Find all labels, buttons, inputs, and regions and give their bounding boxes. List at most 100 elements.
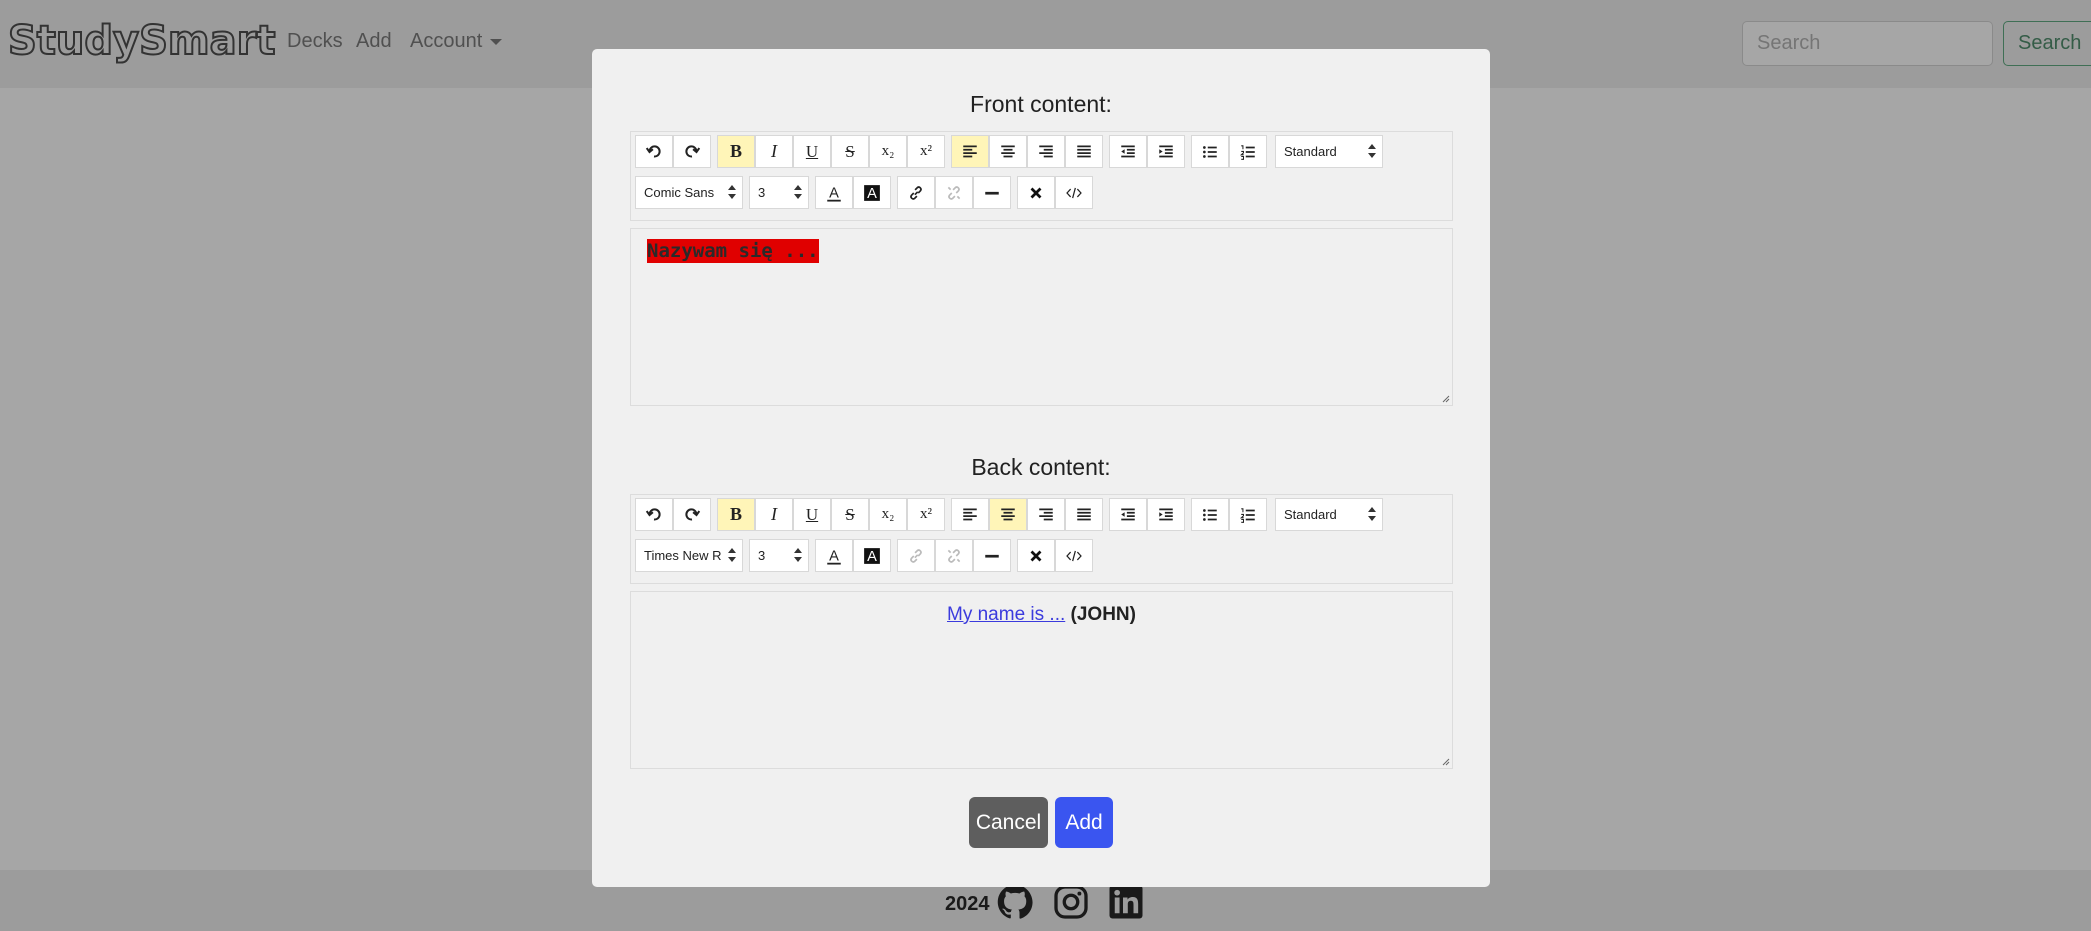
add-card-modal: Front content: B I U S x₂ x² Standard Co… [592, 49, 1490, 887]
numbered-list-icon [1239, 144, 1255, 160]
horizontal-rule-button[interactable] [973, 176, 1011, 209]
align-center-button[interactable] [989, 498, 1027, 531]
outdent-icon [1121, 508, 1135, 520]
bold-button[interactable]: B [717, 498, 755, 531]
numbered-list-button[interactable] [1229, 498, 1267, 531]
underline-button[interactable]: U [793, 135, 831, 168]
align-center-icon [1001, 507, 1015, 520]
brand-logo[interactable]: StudySmart [7, 17, 276, 65]
horizontal-rule-button[interactable] [973, 539, 1011, 572]
justify-button[interactable] [1065, 135, 1103, 168]
align-center-button[interactable] [989, 135, 1027, 168]
underline-button[interactable]: U [793, 498, 831, 531]
font-select[interactable]: Times New R [635, 539, 743, 572]
redo-icon [685, 144, 701, 158]
text-color-icon: A [827, 185, 841, 202]
link-icon [910, 185, 922, 200]
search-button[interactable]: Search [2003, 21, 2091, 66]
superscript-button[interactable]: x² [907, 498, 945, 531]
clear-formatting-button[interactable] [1017, 176, 1055, 209]
italic-button[interactable]: I [755, 135, 793, 168]
subscript-button[interactable]: x₂ [869, 498, 907, 531]
size-select[interactable]: 3 [749, 539, 809, 572]
indent-button[interactable] [1147, 135, 1185, 168]
font-select-value: Comic Sans [644, 185, 715, 200]
align-left-button[interactable] [951, 498, 989, 531]
indent-button[interactable] [1147, 498, 1185, 531]
outdent-button[interactable] [1109, 135, 1147, 168]
format-select-value: Standard [1284, 507, 1337, 522]
italic-icon: I [771, 504, 777, 524]
horizontal-rule-icon [985, 554, 999, 558]
redo-button[interactable] [673, 498, 711, 531]
cancel-button[interactable]: Cancel [969, 797, 1048, 848]
back-editor-content: My name is ... (JOHN) [631, 604, 1452, 626]
strikethrough-icon: S [845, 141, 855, 161]
bold-button[interactable]: B [717, 135, 755, 168]
strikethrough-button[interactable]: S [831, 498, 869, 531]
align-right-button[interactable] [1027, 498, 1065, 531]
redo-button[interactable] [673, 135, 711, 168]
undo-button[interactable] [635, 135, 673, 168]
indent-icon [1159, 508, 1173, 520]
outdent-button[interactable] [1109, 498, 1147, 531]
search-input[interactable] [1742, 21, 1993, 66]
link-icon [910, 548, 922, 563]
subscript-button[interactable]: x₂ [869, 135, 907, 168]
italic-button[interactable]: I [755, 498, 793, 531]
svg-text:A: A [867, 549, 877, 565]
html-source-button[interactable] [1055, 539, 1093, 572]
resize-handle-icon[interactable] [1440, 393, 1450, 403]
numbered-list-button[interactable] [1229, 135, 1267, 168]
html-source-button[interactable] [1055, 176, 1093, 209]
close-icon [1030, 187, 1042, 198]
clear-formatting-button[interactable] [1017, 539, 1055, 572]
front-toolbar: B I U S x₂ x² Standard Comic Sans 3 A A [630, 131, 1453, 221]
size-select[interactable]: 3 [749, 176, 809, 209]
front-editor[interactable]: Nazywam się ... [630, 228, 1453, 406]
svg-text:A: A [829, 548, 839, 564]
font-select[interactable]: Comic Sans [635, 176, 743, 209]
back-editor[interactable]: My name is ... (JOHN) [630, 591, 1453, 769]
highlight-color-button[interactable]: A [853, 539, 891, 572]
superscript-button[interactable]: x² [907, 135, 945, 168]
subscript-icon: x₂ [881, 506, 895, 522]
bullet-list-button[interactable] [1191, 498, 1229, 531]
bullet-list-icon [1203, 508, 1217, 521]
close-icon [1030, 550, 1042, 561]
highlight-color-button[interactable]: A [853, 176, 891, 209]
unlink-button[interactable] [935, 539, 973, 572]
text-color-button[interactable]: A [815, 539, 853, 572]
resize-handle-icon[interactable] [1440, 756, 1450, 766]
italic-icon: I [771, 141, 777, 161]
insert-link-button[interactable] [897, 176, 935, 209]
select-arrows-icon [728, 548, 736, 564]
undo-icon [645, 507, 661, 521]
unlink-button[interactable] [935, 176, 973, 209]
front-editor-content: Nazywam się ... [647, 239, 819, 263]
redo-icon [685, 507, 701, 521]
format-select[interactable]: Standard [1275, 135, 1383, 168]
undo-button[interactable] [635, 498, 673, 531]
insert-link-button[interactable] [897, 539, 935, 572]
align-right-button[interactable] [1027, 135, 1065, 168]
strikethrough-button[interactable]: S [831, 135, 869, 168]
add-button[interactable]: Add [1055, 797, 1113, 848]
justify-button[interactable] [1065, 498, 1103, 531]
highlight-color-icon: A [864, 547, 880, 565]
select-arrows-icon [728, 185, 736, 201]
back-content-link[interactable]: My name is ... [947, 604, 1065, 625]
bullet-list-button[interactable] [1191, 135, 1229, 168]
instagram-icon[interactable] [1053, 884, 1089, 920]
align-left-button[interactable] [951, 135, 989, 168]
linkedin-icon[interactable] [1108, 884, 1144, 920]
superscript-icon: x² [920, 143, 932, 159]
github-icon[interactable] [997, 884, 1033, 920]
nav-add[interactable]: Add [356, 30, 392, 53]
format-select[interactable]: Standard [1275, 498, 1383, 531]
text-color-button[interactable]: A [815, 176, 853, 209]
nav-account-dropdown[interactable]: Account [410, 30, 503, 53]
text-color-icon: A [827, 548, 841, 565]
select-arrows-icon [1368, 144, 1376, 160]
nav-decks[interactable]: Decks [287, 30, 343, 53]
